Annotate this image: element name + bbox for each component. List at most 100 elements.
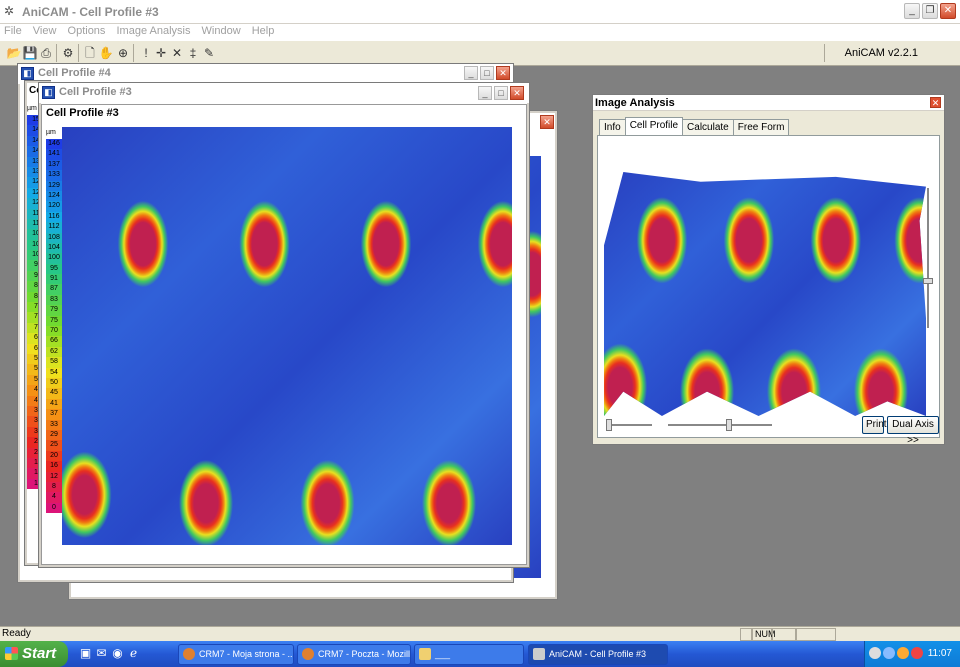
minimize-button[interactable]: _ — [904, 3, 920, 19]
print-button[interactable]: Print — [862, 416, 887, 434]
scale3-tick: 91 — [46, 274, 62, 285]
profile-label: Cell Profile #3 — [46, 107, 119, 119]
windows-logo-icon — [5, 647, 18, 660]
measure-point-icon[interactable]: ‡ — [185, 45, 201, 61]
scale3-tick: 79 — [46, 305, 62, 316]
save-icon[interactable]: 💾 — [22, 45, 38, 61]
version-label: AniCAM v2.2.1 — [844, 47, 918, 59]
tab-cell-profile[interactable]: Cell Profile — [624, 117, 684, 135]
tool-icon[interactable]: ✎ — [201, 45, 217, 61]
scale3-tick: 112 — [46, 222, 62, 233]
scale3-tick: 20 — [46, 450, 62, 462]
3d-surface-image[interactable] — [604, 172, 926, 416]
scale3-tick: 141 — [46, 149, 62, 160]
scale3-tick: 133 — [46, 170, 62, 181]
browser-icon[interactable]: ℯ — [126, 646, 141, 661]
heatmap-image[interactable] — [62, 127, 512, 545]
color-scale-3: 146 141 137 133 129 124 120 116 112 108 104 100 95 91… — [46, 139, 62, 514]
app-title: AniCAM - Cell Profile #3 — [22, 5, 159, 19]
mdi-window-cell-profile-3[interactable]: ◧ Cell Profile #3 _ □ ✕ Cell Profile #3 … — [38, 82, 530, 568]
clock: 11:07 — [927, 648, 952, 659]
restore-button[interactable]: ❐ — [922, 3, 938, 19]
dual-axis-button[interactable]: Dual Axis >> — [887, 416, 939, 446]
taskbar-item-folder[interactable]: ___ — [414, 644, 524, 665]
scale3-tick: 70 — [46, 326, 62, 337]
horizontal-slider-right[interactable] — [668, 419, 772, 431]
scale3-tick: 33 — [46, 419, 62, 430]
start-button[interactable]: Start — [0, 641, 68, 667]
scale3-tick: 50 — [46, 377, 62, 389]
close-button[interactable]: ✕ — [496, 66, 510, 80]
horizontal-slider-left[interactable] — [606, 419, 652, 431]
menu-help[interactable]: Help — [248, 24, 279, 38]
app-icon: ✲ — [4, 4, 15, 18]
maximize-button[interactable]: □ — [494, 86, 508, 100]
scale3-tick: 12 — [46, 471, 62, 482]
minimize-button[interactable]: _ — [478, 86, 492, 100]
scale3-tick: 100 — [46, 253, 62, 264]
scale3-tick: 87 — [46, 284, 62, 295]
scale3-tick: 66 — [46, 336, 62, 347]
vertical-slider[interactable] — [923, 188, 933, 328]
menu-window[interactable]: Window — [198, 24, 245, 38]
menu-options[interactable]: Options — [64, 24, 110, 38]
scale-unit: µm — [27, 105, 37, 112]
window-icon: ◧ — [21, 67, 34, 80]
window-icon: ◧ — [42, 86, 55, 99]
close-button[interactable]: ✕ — [940, 3, 956, 19]
scale3-tick: 108 — [46, 232, 62, 243]
scale3-tick: 58 — [46, 357, 62, 368]
crosshair-icon[interactable]: ✛ — [153, 45, 169, 61]
image-analysis-dialog[interactable]: Image Analysis ✕ Info Cell Profile Calcu… — [592, 94, 945, 446]
zoom-icon[interactable]: ⊕ — [115, 45, 131, 61]
scale3-tick: 45 — [46, 388, 62, 399]
measure-icon[interactable]: ✕ — [169, 45, 185, 61]
show-desktop-icon[interactable]: ▣ — [78, 646, 93, 661]
hand-icon[interactable]: ✋ — [98, 45, 114, 61]
scale3-tick: 4 — [46, 492, 62, 503]
app-titlebar: ✲ AniCAM - Cell Profile #3 _ ❐ ✕ — [0, 0, 960, 24]
firefox-tray-icon[interactable] — [897, 647, 909, 659]
new-icon[interactable]: 🗋 — [82, 45, 98, 61]
mail-icon[interactable]: ✉ — [94, 646, 109, 661]
scale3-tick: 129 — [46, 180, 62, 191]
scale3-tick: 83 — [46, 294, 62, 306]
maximize-button[interactable]: □ — [480, 66, 494, 80]
tab-calculate[interactable]: Calculate — [682, 119, 734, 135]
scale3-tick: 75 — [46, 315, 62, 327]
security-icon[interactable] — [911, 647, 923, 659]
scale3-tick: 25 — [46, 440, 62, 451]
window-title: Cell Profile #3 — [59, 86, 132, 98]
close-button[interactable]: ✕ — [540, 115, 554, 129]
menu-file[interactable]: File — [0, 24, 26, 38]
tab-panel-cell-profile: Print Dual Axis >> — [597, 135, 940, 446]
window-title: Cell Profile #4 — [38, 67, 111, 79]
dialog-title: Image Analysis — [595, 97, 675, 109]
settings-icon[interactable]: ⚙ — [60, 45, 76, 61]
menu-image-analysis[interactable]: Image Analysis — [113, 24, 195, 38]
scale3-tick: 124 — [46, 190, 62, 202]
menubar: File View Options Image Analysis Window … — [0, 24, 960, 40]
tab-info[interactable]: Info — [599, 119, 626, 135]
scale3-tick: 8 — [46, 481, 62, 493]
close-button[interactable]: ✕ — [510, 86, 524, 100]
taskbar-item-crm7-poczta[interactable]: CRM7 - Poczta - Mozill... — [297, 644, 411, 665]
info-icon[interactable]: ! — [138, 45, 154, 61]
taskbar-item-crm7-strona[interactable]: CRM7 - Moja strona - ... — [178, 644, 294, 665]
taskbar-item-anicam[interactable]: AniCAM - Cell Profile #3 — [528, 644, 668, 665]
network-icon[interactable] — [883, 647, 895, 659]
close-icon[interactable]: ✕ — [930, 97, 941, 108]
menu-view[interactable]: View — [29, 24, 61, 38]
open-icon[interactable]: 📂 — [6, 45, 22, 61]
scale3-tick: 0 — [46, 502, 62, 514]
print-icon[interactable]: ⎙ — [38, 45, 54, 61]
taskbar: Start ▣ ✉ ◉ ℯ CRM7 - Moja strona - ... C… — [0, 641, 960, 667]
tray-arrow-icon[interactable] — [869, 647, 881, 659]
firefox-icon[interactable]: ◉ — [110, 646, 125, 661]
status-text: Ready — [2, 628, 31, 639]
system-tray: 11:07 — [864, 641, 960, 667]
tab-free-form[interactable]: Free Form — [732, 119, 790, 135]
scale3-tick: 104 — [46, 242, 62, 254]
scale3-tick: 16 — [46, 461, 62, 472]
minimize-button[interactable]: _ — [464, 66, 478, 80]
